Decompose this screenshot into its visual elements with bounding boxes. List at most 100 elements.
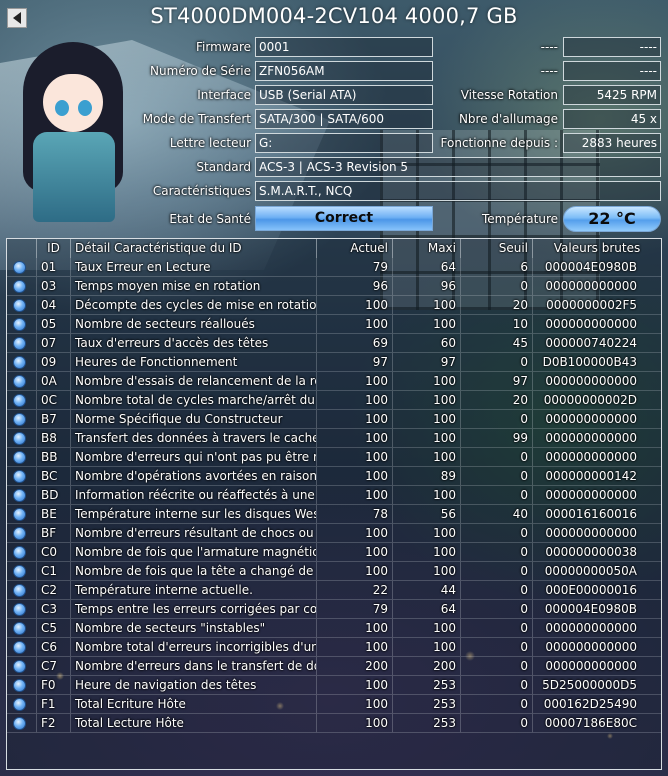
detail-cell: Nombre total de cycles marche/arrêt du d… (71, 391, 317, 410)
status-good-icon (13, 717, 26, 730)
standard-label: Standard (196, 160, 251, 174)
worst-cell: 100 (393, 638, 461, 657)
table-row[interactable]: 0A Nombre d'essais de relancement de la r… (7, 372, 661, 391)
current-cell: 100 (317, 296, 393, 315)
table-row[interactable]: B7 Norme Spécifique du Constructeur 100 100… (7, 410, 661, 429)
id-cell: F2 (37, 714, 71, 733)
table-row[interactable]: C5 Nombre de secteurs "instables" 100 100 0 0… (7, 619, 661, 638)
worst-cell: 44 (393, 581, 461, 600)
threshold-cell: 97 (461, 372, 533, 391)
features-field: S.M.A.R.T., NCQ (255, 181, 661, 201)
health-status-button[interactable]: Correct (255, 206, 433, 231)
table-row[interactable]: C6 Nombre total d'erreurs incorrigibles d… (7, 638, 661, 657)
table-row[interactable]: C1 Nombre de fois que la tête a changé de… (7, 562, 661, 581)
table-row[interactable]: 0C Nombre total de cycles marche/arrêt du… (7, 391, 661, 410)
header-current[interactable]: Actuel (317, 239, 393, 258)
id-cell: 0C (37, 391, 71, 410)
status-cell (7, 714, 37, 733)
table-row[interactable]: 09 Heures de Fonctionnement 97 97 0 D0B100000… (7, 353, 661, 372)
table-row[interactable]: 04 Décompte des cycles de mise en rotatio… (7, 296, 661, 315)
rotation-field: 5425 RPM (563, 85, 661, 105)
header-raw[interactable]: Valeurs brutes (533, 239, 661, 258)
table-row[interactable]: 03 Temps moyen mise en rotation 96 96 0 00000… (7, 277, 661, 296)
header-worst[interactable]: Maxi (393, 239, 461, 258)
status-good-icon (13, 660, 26, 673)
status-cell (7, 600, 37, 619)
raw-cell: 5D25000000D5 (533, 676, 661, 695)
threshold-cell: 99 (461, 429, 533, 448)
current-cell: 100 (317, 410, 393, 429)
raw-cell: 000000000142 (533, 467, 661, 486)
header-detail[interactable]: Détail Caractéristique du ID (71, 239, 317, 258)
table-row[interactable]: F2 Total Lecture Hôte 100 253 0 00007186E80C (7, 714, 661, 733)
status-good-icon (13, 508, 26, 521)
table-header: ID Détail Caractéristique du ID Actuel M… (7, 239, 661, 258)
worst-cell: 56 (393, 505, 461, 524)
serial-field: ZFN056AM (255, 61, 433, 81)
table-row[interactable]: 05 Nombre de secteurs réalloués 100 100 10 00… (7, 315, 661, 334)
detail-cell: Nombre d'erreurs dans le transfert de do… (71, 657, 317, 676)
id-cell: BE (37, 505, 71, 524)
raw-cell: 000000000000 (533, 315, 661, 334)
table-row[interactable]: BE Température interne sur les disques We… (7, 505, 661, 524)
detail-cell: Norme Spécifique du Constructeur (71, 410, 317, 429)
threshold-cell: 0 (461, 467, 533, 486)
status-cell (7, 448, 37, 467)
raw-cell: 000000000000 (533, 657, 661, 676)
raw-cell: 000000000000 (533, 448, 661, 467)
status-cell (7, 296, 37, 315)
table-row[interactable]: C3 Temps entre les erreurs corrigées par … (7, 600, 661, 619)
current-cell: 78 (317, 505, 393, 524)
worst-cell: 253 (393, 695, 461, 714)
detail-cell: Nombre de fois que la tête a changé de p… (71, 562, 317, 581)
raw-cell: 000000000000 (533, 619, 661, 638)
raw-cell: 000000000038 (533, 543, 661, 562)
header-id[interactable]: ID (37, 239, 71, 258)
id-cell: B8 (37, 429, 71, 448)
raw-cell: 000162D25490 (533, 695, 661, 714)
temperature-button[interactable]: 22 °C (563, 206, 661, 232)
status-good-icon (13, 641, 26, 654)
status-cell (7, 505, 37, 524)
detail-cell: Information réécrite ou réaffectés à une… (71, 486, 317, 505)
id-cell: BD (37, 486, 71, 505)
status-good-icon (13, 280, 26, 293)
table-row[interactable]: BC Nombre d'opérations avortées en raison… (7, 467, 661, 486)
worst-cell: 100 (393, 296, 461, 315)
current-cell: 100 (317, 486, 393, 505)
worst-cell: 253 (393, 714, 461, 733)
current-cell: 100 (317, 619, 393, 638)
status-cell (7, 334, 37, 353)
table-row[interactable]: C2 Température interne actuelle. 22 44 0 000E… (7, 581, 661, 600)
raw-cell: 000016160016 (533, 505, 661, 524)
table-row[interactable]: B8 Transfert des données à travers le cac… (7, 429, 661, 448)
threshold-cell: 0 (461, 600, 533, 619)
table-row[interactable]: C7 Nombre d'erreurs dans le transfert de … (7, 657, 661, 676)
table-row[interactable]: 01 Taux Erreur en Lecture 79 64 6 000004E0980… (7, 258, 661, 277)
status-good-icon (13, 375, 26, 388)
threshold-cell: 40 (461, 505, 533, 524)
smart-table[interactable]: ID Détail Caractéristique du ID Actuel M… (6, 238, 662, 770)
drive-letter-field: G: (255, 133, 433, 153)
health-label: Etat de Santé (169, 212, 251, 226)
table-row[interactable]: BF Nombre d'erreurs résultant de chocs ou… (7, 524, 661, 543)
table-row[interactable]: F1 Total Ecriture Hôte 100 253 0 000162D25490 (7, 695, 661, 714)
table-row[interactable]: BD Information réécrite ou réaffectés à u… (7, 486, 661, 505)
raw-cell: 000004E0980B (533, 600, 661, 619)
table-row[interactable]: BB Nombre d'erreurs qui n'ont pas pu être… (7, 448, 661, 467)
id-cell: C3 (37, 600, 71, 619)
header-threshold[interactable]: Seuil (461, 239, 533, 258)
status-cell (7, 581, 37, 600)
table-row[interactable]: 07 Taux d'erreurs d'accès des têtes 69 60 45… (7, 334, 661, 353)
features-label: Caractéristiques (152, 184, 251, 198)
current-cell: 100 (317, 372, 393, 391)
status-cell (7, 410, 37, 429)
status-cell (7, 391, 37, 410)
table-row[interactable]: F0 Heure de navigation des têtes 100 253 0 5D… (7, 676, 661, 695)
status-good-icon (13, 413, 26, 426)
detail-cell: Nombre d'erreurs résultant de chocs ou d… (71, 524, 317, 543)
threshold-cell: 20 (461, 391, 533, 410)
detail-cell: Total Lecture Hôte (71, 714, 317, 733)
interface-field: USB (Serial ATA) (255, 85, 433, 105)
table-row[interactable]: C0Nombre de fois que l'armature magnétiq… (7, 543, 661, 562)
